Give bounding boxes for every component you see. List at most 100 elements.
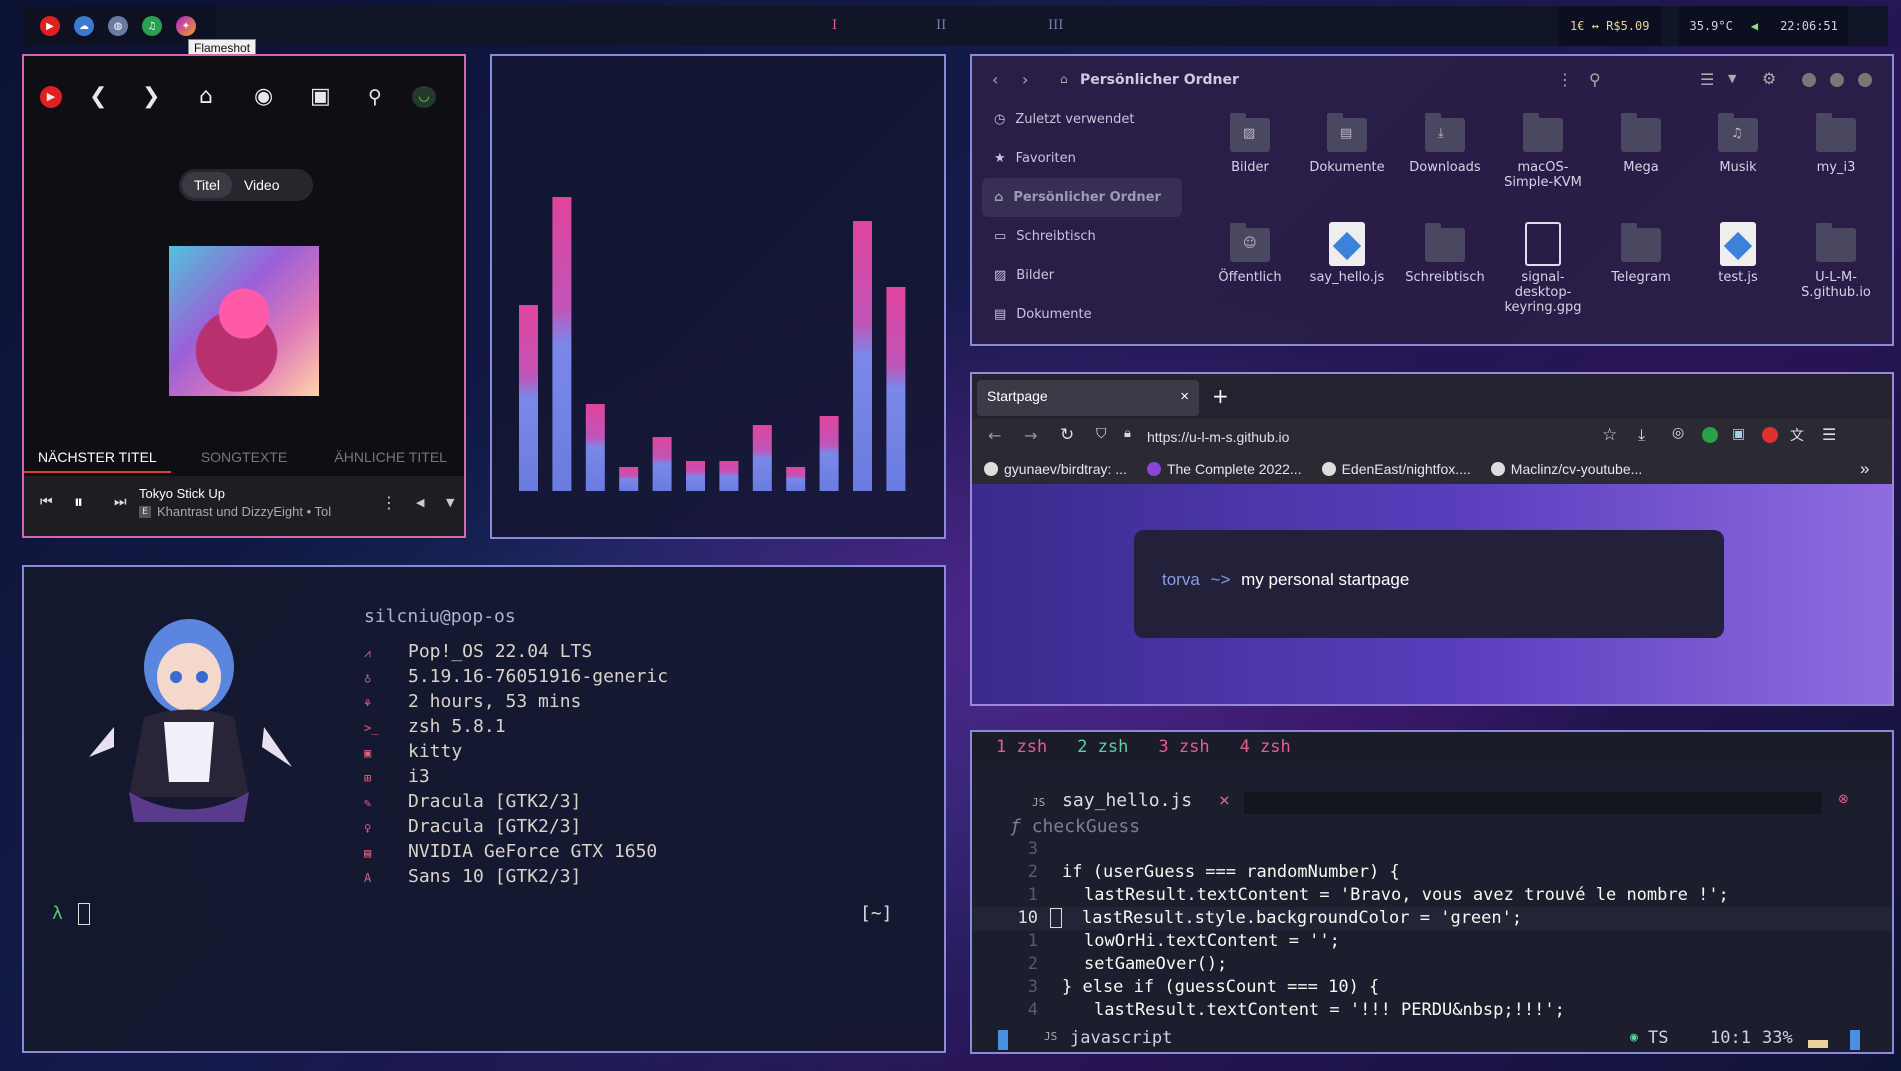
menu-icon[interactable]: ☰: [1822, 425, 1836, 444]
bookmark-star-icon[interactable]: ☆: [1602, 425, 1617, 445]
close-icon[interactable]: [1858, 73, 1872, 87]
maximize-icon[interactable]: [1830, 73, 1844, 87]
globe-icon[interactable]: ◍: [108, 16, 128, 36]
file-item[interactable]: ♫ Musik: [1693, 113, 1783, 175]
back-icon[interactable]: ❮: [89, 84, 107, 109]
tab-lyrics[interactable]: SONGTEXTE: [171, 449, 318, 473]
library-icon[interactable]: ▣: [310, 84, 331, 109]
buffer-name: say_hello.js: [1062, 790, 1193, 811]
speaker-icon[interactable]: ◀: [1751, 19, 1758, 33]
search-icon[interactable]: ⚲: [1589, 70, 1601, 89]
workspace-3[interactable]: III: [1048, 18, 1063, 33]
cloud-icon[interactable]: ☁: [74, 16, 94, 36]
sidebar-item-pictures[interactable]: ▨ Bilder: [982, 256, 1182, 295]
file-item[interactable]: Schreibtisch: [1400, 223, 1490, 285]
tmux-window-3[interactable]: 3 zsh: [1158, 737, 1209, 757]
expand-icon[interactable]: ▼: [446, 496, 454, 509]
new-tab-button[interactable]: +: [1212, 384, 1229, 408]
extension-glasses-icon[interactable]: ◎: [1672, 425, 1684, 441]
terminal-window: silcniu@pop-os ⩘ Pop!_OS 22.04 LTS ♁ 5.19.…: [22, 565, 946, 1053]
terminal-cursor[interactable]: [78, 903, 90, 925]
line-number: 1: [1027, 885, 1038, 905]
sidebar-item-documents[interactable]: ▤ Dokumente: [982, 295, 1182, 334]
file-item[interactable]: ▤ Dokumente: [1302, 113, 1392, 175]
pause-icon[interactable]: ⏸: [74, 492, 83, 513]
bookmark-item[interactable]: gyunaev/birdtray: ...: [984, 461, 1127, 477]
file-item[interactable]: test.js: [1693, 222, 1783, 285]
file-item[interactable]: Mega: [1596, 113, 1686, 175]
bookmark-item[interactable]: The Complete 2022...: [1146, 461, 1302, 477]
toggle-video[interactable]: Video: [232, 172, 292, 198]
translate-icon[interactable]: 文: [1790, 425, 1804, 445]
flameshot-icon[interactable]: ✦: [176, 16, 196, 36]
reload-icon[interactable]: ↻: [1060, 425, 1074, 445]
buffer-tab[interactable]: JS say_hello.js ×: [1032, 790, 1230, 811]
ublock-icon[interactable]: [1762, 427, 1778, 443]
sidebar-item-desktop[interactable]: ▭ Schreibtisch: [982, 217, 1182, 256]
tmux-window-4[interactable]: 4 zsh: [1240, 737, 1291, 757]
shield-icon[interactable]: ⛉: [1096, 426, 1107, 442]
file-item[interactable]: macOS-Simple-KVM: [1498, 113, 1588, 190]
forward-icon[interactable]: ›: [1022, 70, 1028, 89]
bookmarks-overflow-icon[interactable]: »: [1860, 459, 1869, 479]
tab-related[interactable]: ÄHNLICHE TITEL: [317, 449, 464, 473]
explore-icon[interactable]: ◉: [254, 84, 273, 109]
file-item[interactable]: say_hello.js: [1302, 222, 1392, 285]
file-item[interactable]: ▨ Bilder: [1205, 113, 1295, 175]
file-item[interactable]: my_i3: [1791, 113, 1881, 175]
file-item[interactable]: signal-desktop-keyring.gpg: [1498, 222, 1588, 315]
list-view-icon[interactable]: ☰: [1700, 70, 1714, 89]
location-title[interactable]: Persönlicher Ordner: [1080, 72, 1239, 88]
close-tab-icon[interactable]: ×: [1180, 388, 1189, 405]
extension-screen-icon[interactable]: ▣: [1732, 426, 1745, 442]
bookmark-item[interactable]: Maclinz/cv-youtube...: [1490, 461, 1642, 477]
file-item[interactable]: U-L-M-S.github.io: [1791, 223, 1881, 300]
home-icon[interactable]: ⌂: [199, 84, 213, 109]
more-options-icon[interactable]: ⋮: [381, 493, 397, 512]
sidebar-item-recent[interactable]: ◷ Zuletzt verwendet: [982, 100, 1182, 139]
toggle-titel[interactable]: Titel: [182, 172, 232, 198]
buffer-close-icon[interactable]: ×: [1219, 790, 1230, 811]
download-icon[interactable]: ⤓: [1638, 425, 1645, 445]
url-field[interactable]: https://u-l-m-s.github.io: [1147, 429, 1289, 445]
workspace-2[interactable]: II: [936, 18, 946, 33]
track-title[interactable]: Tokyo Stick Up: [139, 486, 225, 501]
youtube-music-icon[interactable]: ▶: [40, 16, 60, 36]
menu-icon[interactable]: ⋮: [1557, 70, 1573, 89]
tab-next-track[interactable]: NÄCHSTER TITEL: [24, 449, 171, 473]
minimize-icon[interactable]: [1802, 73, 1816, 87]
view-options-icon[interactable]: ▼: [1728, 72, 1736, 85]
back-icon[interactable]: ←: [988, 426, 1001, 445]
tab-startpage[interactable]: Startpage ×: [977, 380, 1199, 416]
track-artist[interactable]: Khantrast und DizzyEight • Tol: [157, 504, 367, 519]
sidebar-item-home[interactable]: ⌂ Persönlicher Ordner: [982, 178, 1182, 217]
previous-icon[interactable]: ⏮: [40, 494, 53, 510]
file-item[interactable]: ⤓ Downloads: [1400, 113, 1490, 175]
forward-icon[interactable]: →: [1024, 426, 1037, 445]
file-item[interactable]: ☺ Öffentlich: [1205, 223, 1295, 285]
settings-icon[interactable]: ⚙: [1762, 69, 1776, 88]
search-icon[interactable]: ⚲: [368, 86, 382, 108]
workspace-1[interactable]: I: [832, 18, 837, 33]
tmux-window-1[interactable]: 1 zsh: [996, 737, 1047, 757]
volume-icon[interactable]: ◀: [416, 496, 424, 509]
folder-icon: [1425, 223, 1465, 262]
shell-icon: >_: [364, 721, 379, 735]
line-number: 1: [1027, 931, 1038, 951]
code-editor[interactable]: 3 2 if (userGuess === randomNumber) { 1 la…: [972, 838, 1892, 1022]
next-icon[interactable]: ⏭: [114, 494, 127, 510]
startpage-text[interactable]: my personal startpage: [1241, 570, 1409, 589]
avatar[interactable]: ◡: [412, 86, 436, 108]
filetype: javascript: [1070, 1028, 1173, 1048]
ytmusic-logo-icon[interactable]: ▶: [40, 86, 62, 108]
extension-green-icon[interactable]: [1702, 427, 1718, 443]
sidebar-item-favorites[interactable]: ★ Favoriten: [982, 139, 1182, 178]
tmux-window-2[interactable]: 2 zsh: [1077, 737, 1128, 757]
headset-icon[interactable]: ♫: [142, 16, 162, 36]
bookmark-item[interactable]: EdenEast/nightfox....: [1321, 461, 1471, 477]
back-icon[interactable]: ‹: [992, 70, 998, 89]
visualizer-bar: [552, 197, 572, 491]
file-item[interactable]: Telegram: [1596, 223, 1686, 285]
forward-icon[interactable]: ❯: [142, 84, 160, 109]
github-icon: [1321, 462, 1336, 476]
